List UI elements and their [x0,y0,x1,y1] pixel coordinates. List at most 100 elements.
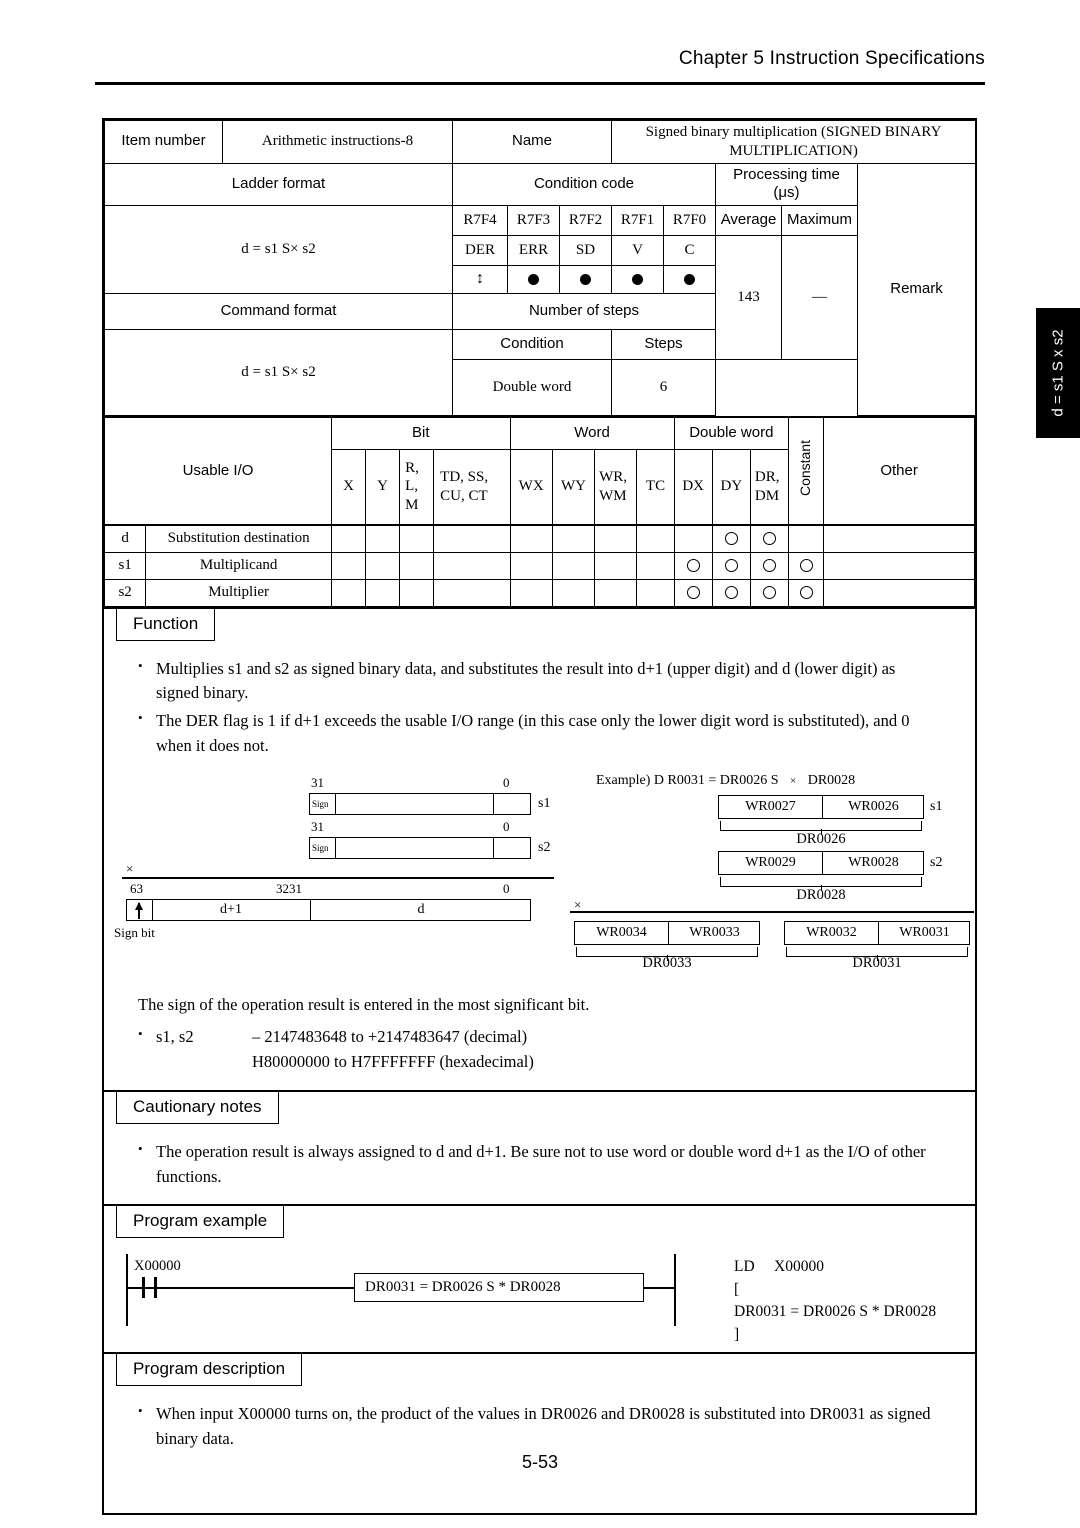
example-caption: Example) D R0031 = DR0026 S × DR0028 [596,773,855,789]
cell-TD [433,524,511,553]
flag-name-4: C [663,235,716,266]
ladder-input-label: X00000 [134,1258,181,1275]
mnemonic-listing: LD X00000 [ DR0031 = DR0026 S * DR0028 ] [734,1258,937,1343]
cell-DY [711,524,751,553]
program-description-label: Program description [116,1354,303,1387]
header-rule [95,82,985,85]
list-item: The operation result is always assigned … [138,1139,935,1190]
function-section-body: Multiplies s1 and s2 as signed binary da… [104,641,975,1090]
example-s1-high-word-cell: WR0027 [719,795,823,818]
circle-mark-icon [763,532,776,546]
remark-label-cell: Remark [856,162,977,416]
cell-other [823,551,975,580]
example-result-low-label: DR0031 [852,954,902,971]
circle-mark-icon [724,586,738,600]
circle-mark-icon [686,559,700,573]
ladder-wire-right [644,1287,676,1290]
side-index-tab: d = s1 S x s2 [1036,308,1080,438]
cell-Y [365,551,401,580]
spec-row-item-name: Item number Arithmetic instructions-8 Na… [104,120,977,164]
example-s1-high-word: WR0027 [745,798,796,814]
cell-other [823,524,975,553]
usable-io-group-header-row: Usable I/O Bit Word Double word Constant… [103,416,975,526]
ladder-wire-left [126,1287,354,1290]
circle-mark-icon [686,586,700,600]
s1-bit-field: Sign [309,792,531,815]
remark-label: Remark [890,279,943,297]
multiply-symbol: × [126,860,134,876]
example-s1-brace-label: DR0026 [796,830,846,847]
side-index-tab-label: d = s1 S x s2 [1049,329,1067,417]
col-header-TC: TC [636,448,675,526]
ladder-function-box: DR0031 = DR0026 S * DR0028 [354,1273,644,1303]
cautionary-notes-body: The operation result is always assigned … [104,1124,975,1205]
flag-bit-0: R7F4 [452,205,508,236]
cell-RLM [399,551,435,580]
program-example-section: Program example X00000 DR0031 = DR0026 S… [104,1204,975,1353]
col-header-DX: DX [673,448,713,526]
circle-mark-icon [763,586,776,600]
s1-row-tag: s1 [538,795,551,811]
spec-row-group-headers: Ladder format Condition code Processing … [104,162,977,416]
range-hexadecimal: H80000000 to H7FFFFFFF (hexadecimal) [252,1052,534,1071]
steps-label: Steps [611,329,716,360]
group-header-bit: Bit [331,416,511,450]
example-caption-tail: DR0028 [807,772,856,788]
flag-name-3: V [611,235,664,266]
flag-bit-3: R7F1 [611,205,664,236]
condition-code-label: Condition code [452,162,716,206]
updown-arrow-icon: ↕ [476,270,484,288]
sign-bit-arrow-icon [135,901,142,919]
example-s1-tag: s1 [930,798,943,814]
col-header-TD-SS-CU-CT: TD, SS, CU, CT [433,448,511,526]
circle-mark-icon [799,559,813,573]
program-description-bullets: When input X00000 turns on, the product … [104,1401,975,1452]
s2-bit-field: Sign [309,836,531,859]
flag-mark-1 [507,265,560,294]
result-tick-63: 63 [130,880,143,896]
flag-name-1: ERR [507,235,560,266]
cell-Y [365,578,401,607]
constant-header: Constant [788,416,825,526]
s1-tick-high: 31 [311,774,324,790]
list-item: Multiplies s1 and s2 as signed binary da… [138,656,935,707]
col-header-RLM: R, L, M [399,448,435,526]
example-result-high-label: DR0033 [642,954,692,971]
cell-other [823,578,975,607]
range-decimal: – 2147483648 to +2147483647 (decimal) [252,1027,528,1047]
cell-TC [636,524,675,553]
example-caption-head: Example) D R0031 = DR0026 S [596,772,779,788]
ladder-function-text: DR0031 = DR0026 S * DR0028 [365,1279,561,1296]
list-item: When input X00000 turns on, the product … [138,1401,935,1452]
flag-bit-2: R7F2 [559,205,612,236]
example-result-high-words: WR0034 WR0033 [574,920,760,945]
maximum-value: — [781,235,858,360]
command-format-label: Command format [104,293,453,330]
ladder-diagram: X00000 DR0031 = DR0026 S * DR0028 LD X00… [104,1254,975,1343]
usable-io-title: Usable I/O [103,416,333,526]
operand-name: Substitution destination [145,524,333,553]
example-s1-brace [720,820,922,835]
col-header-WX: WX [509,448,553,526]
example-caption-multiply-icon: × [790,774,797,787]
col-header-DY: DY [711,448,751,526]
result-tick-3231: 3231 [276,880,302,896]
flag-name-0: DER [452,235,508,266]
function-bullets: Multiplies s1 and s2 as signed binary da… [104,656,975,759]
example-result-word-31: WR0031 [899,924,950,940]
sign-bit-label: Sign bit [114,924,155,940]
s2-row-tag: s2 [538,839,551,855]
col-header-DR-DM: DR, DM [749,448,790,526]
cell-Y [365,524,401,553]
cell-WX [509,551,553,580]
col-header-WY: WY [551,448,596,526]
bit-field-diagram: 31 0 Sign s1 31 0 Sign s2 × 63 3231 0 d+… [104,773,975,971]
example-s2-tag: s2 [930,854,943,870]
cell-constant [788,578,825,607]
page-header: Chapter 5 Instruction Specifications [95,48,985,70]
contact-bar-right-icon [154,1277,157,1299]
circle-mark-icon [724,559,738,573]
col-header-Y: Y [365,448,401,526]
group-header-double-word: Double word [673,416,790,450]
cell-DX [673,551,713,580]
